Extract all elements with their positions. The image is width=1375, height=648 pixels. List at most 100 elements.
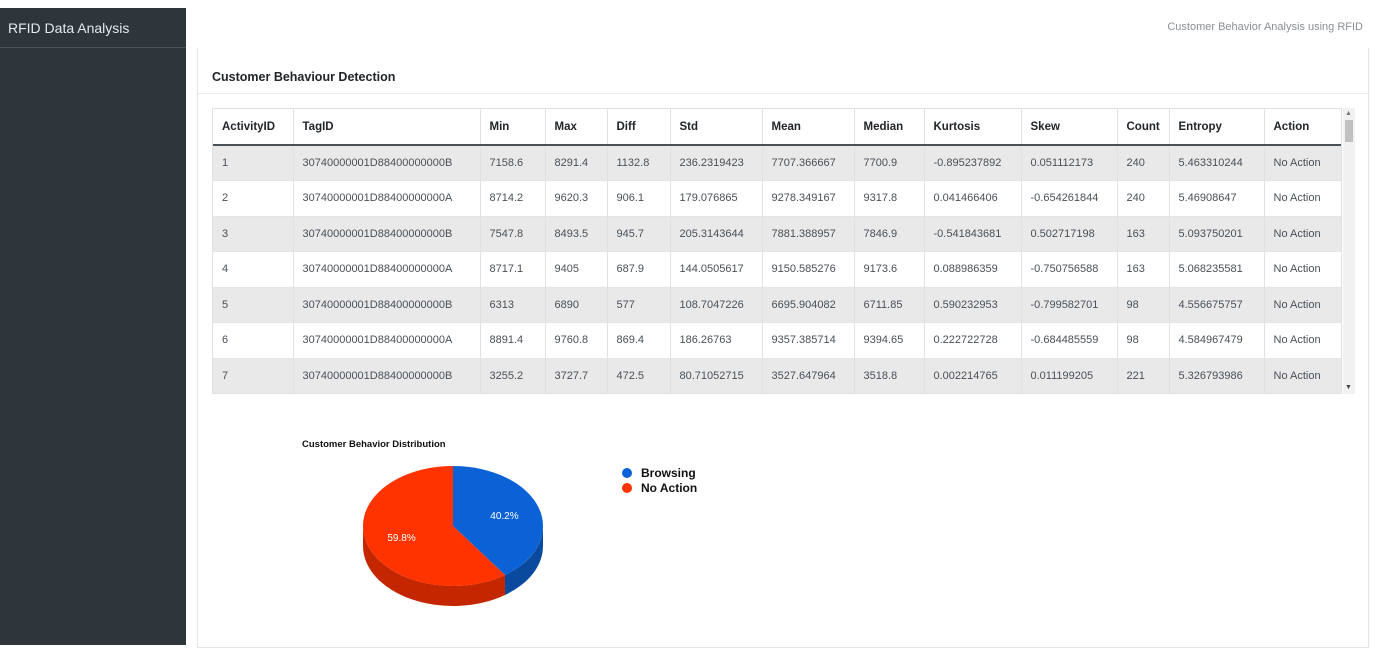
table-cell: 906.1: [607, 180, 671, 216]
sidebar-brand[interactable]: RFID Data Analysis: [0, 8, 186, 48]
column-header[interactable]: TagID: [293, 109, 481, 146]
table-cell: 30740000001D88400000000B: [293, 144, 481, 181]
table-cell: 7881.388957: [762, 215, 855, 252]
table-cell: -0.895237892: [924, 144, 1022, 181]
column-header[interactable]: Entropy: [1169, 109, 1265, 146]
table-cell: 6313: [480, 286, 546, 323]
table-row[interactable]: 3 30740000001D88400000000B 7547.8 8493.5 945…: [213, 215, 1341, 252]
table-cell: 163: [1117, 251, 1170, 287]
table-cell: 5.46908647: [1169, 180, 1265, 216]
column-header[interactable]: Min: [480, 109, 546, 146]
table-cell: 163: [1117, 215, 1170, 252]
table-cell: 5: [213, 286, 294, 323]
card-title: Customer Behaviour Detection: [212, 70, 396, 84]
column-header[interactable]: Skew: [1021, 109, 1118, 146]
table-cell: No Action: [1264, 322, 1341, 358]
table-cell: 7: [213, 357, 294, 393]
card-divider: [198, 93, 1368, 94]
column-header[interactable]: Mean: [762, 109, 855, 146]
table-cell: 108.7047226: [670, 286, 763, 323]
table-cell: 4.556675757: [1169, 286, 1265, 323]
table-cell: 0.502717198: [1021, 215, 1118, 252]
table-cell: 3527.647964: [762, 357, 855, 393]
table-scroll-container[interactable]: ActivityID TagID Min Max Diff Std Mean Median Ku…: [212, 108, 1342, 394]
table-cell: 30740000001D88400000000B: [293, 215, 481, 252]
table-cell: 1132.8: [607, 144, 671, 181]
content-card: Customer Behaviour Detection ActivityID T…: [197, 48, 1369, 648]
table-cell: 4: [213, 251, 294, 287]
table-cell: 9405: [545, 251, 608, 287]
table-cell: 7158.6: [480, 144, 546, 181]
table-cell: 0.011199205: [1021, 357, 1118, 393]
column-header[interactable]: Median: [854, 109, 925, 146]
table-row[interactable]: 2 30740000001D88400000000A 8714.2 9620.3 906…: [213, 180, 1341, 216]
table-cell: 3255.2: [480, 357, 546, 393]
table-cell: 240: [1117, 180, 1170, 216]
table-cell: No Action: [1264, 215, 1341, 252]
table-cell: 9150.585276: [762, 251, 855, 287]
table-header-row: ActivityID TagID Min Max Diff Std Mean Median Ku…: [213, 109, 1341, 146]
table-cell: -0.799582701: [1021, 286, 1118, 323]
table-cell: 98: [1117, 322, 1170, 358]
table-cell: 7707.366667: [762, 144, 855, 181]
table-cell: 205.3143644: [670, 215, 763, 252]
table-cell: 30740000001D88400000000A: [293, 394, 480, 395]
scroll-up-arrow-icon[interactable]: ▲: [1345, 110, 1352, 118]
table-cell: 9317.8: [854, 180, 925, 216]
table-cell: 0.041466406: [924, 180, 1022, 216]
column-header[interactable]: Count: [1117, 109, 1170, 146]
table-cell: 9278.349167: [762, 180, 855, 216]
column-header[interactable]: Kurtosis: [924, 109, 1022, 146]
table-cell: 9357.385714: [762, 322, 855, 358]
table-cell: [670, 394, 762, 395]
column-header[interactable]: Diff: [607, 109, 671, 146]
column-header[interactable]: ActivityID: [213, 109, 294, 146]
column-header[interactable]: Action: [1264, 109, 1341, 146]
table-cell: 179.076865: [670, 180, 763, 216]
table-cell: -0.684485559: [1021, 322, 1118, 358]
table-cell: 236.2319423: [670, 144, 763, 181]
table-cell: 869.4: [607, 322, 671, 358]
table-cell: 9620.3: [545, 180, 608, 216]
table-cell: 9760.8: [545, 322, 608, 358]
table-cell: 7547.8: [480, 215, 546, 252]
table-cell: 6711.85: [854, 286, 925, 323]
table-cell: No Action: [1264, 286, 1341, 323]
table-cell: [607, 394, 670, 395]
legend-marker: [622, 482, 632, 493]
table-cell: 5.463310244: [1169, 144, 1265, 181]
table-cell: No Action: [1264, 180, 1341, 216]
table-cell: [924, 394, 1021, 395]
table-cell: 7700.9: [854, 144, 925, 181]
table-cell: 577: [607, 286, 671, 323]
table-row[interactable]: 5 30740000001D88400000000B 6313 6890 577 108.…: [213, 286, 1341, 323]
table-cell: 5.326793986: [1169, 357, 1265, 393]
legend-marker: [622, 467, 632, 478]
column-header[interactable]: Std: [670, 109, 763, 146]
pie-slice-label: 40.2%: [490, 511, 518, 522]
table-cell: 5.093750201: [1169, 215, 1265, 252]
table-row[interactable]: 1 30740000001D88400000000B 7158.6 8291.4 113…: [213, 144, 1341, 181]
table-cell: 7846.9: [854, 215, 925, 252]
table-row[interactable]: 6 30740000001D88400000000A 8891.4 9760.8 869…: [213, 322, 1341, 358]
table-cell: 687.9: [607, 251, 671, 287]
table-cell: 8493.5: [545, 215, 608, 252]
table-row[interactable]: 830740000001D88400000000A: [213, 394, 1342, 395]
column-header[interactable]: Max: [545, 109, 608, 146]
table-scrollbar[interactable]: ▲ ▼: [1343, 108, 1355, 394]
table-row[interactable]: 4 30740000001D88400000000A 8717.1 9405 687.9…: [213, 251, 1341, 287]
table-cell: 221: [1117, 357, 1170, 393]
table-cell: 8714.2: [480, 180, 546, 216]
topbar: Customer Behavior Analysis using RFID: [196, 8, 1375, 48]
table-cell: 0.088986359: [924, 251, 1022, 287]
table-body: 1 30740000001D88400000000B 7158.6 8291.4 113…: [213, 144, 1342, 395]
table-row[interactable]: 7 30740000001D88400000000B 3255.2 3727.7 472…: [213, 357, 1341, 393]
scroll-down-arrow-icon[interactable]: ▼: [1345, 384, 1352, 392]
table-cell: 80.71052715: [670, 357, 763, 393]
table-cell: 3518.8: [854, 357, 925, 393]
table-cell: [762, 394, 854, 395]
scrollbar-thumb[interactable]: [1345, 120, 1353, 142]
table-cell: [854, 394, 924, 395]
table-cell: -0.541843681: [924, 215, 1022, 252]
table-cell: 8: [213, 394, 293, 395]
